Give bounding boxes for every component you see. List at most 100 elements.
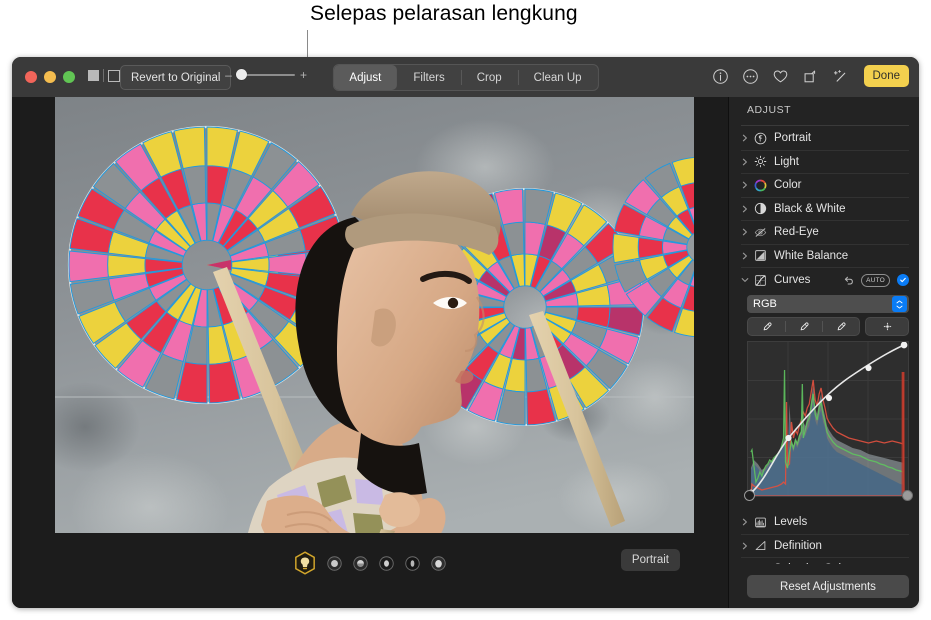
sidebar-item-levels[interactable]: Levels <box>741 511 909 535</box>
photo-content <box>55 97 694 573</box>
studio-light-icon[interactable] <box>327 555 342 571</box>
natural-light-hex-icon[interactable] <box>294 551 316 575</box>
more-options-icon[interactable] <box>742 68 759 85</box>
chevron-right-icon[interactable] <box>741 181 749 189</box>
curves-channel-value: RGB <box>753 298 777 310</box>
sidebar-item-black-and-white[interactable]: Black & White <box>741 198 909 221</box>
white-balance-icon <box>755 250 766 262</box>
sidebar-item-red-eye[interactable]: Red-Eye <box>741 221 909 245</box>
gray-point-eyedropper-button[interactable] <box>785 318 822 335</box>
sidebar-item-label: Levels <box>774 516 808 529</box>
stage-light-icon[interactable] <box>379 555 394 571</box>
channel-stepper-icon[interactable] <box>892 296 907 312</box>
white-point-eyedropper-icon <box>837 321 846 330</box>
high-key-light-mono-icon[interactable] <box>431 555 446 571</box>
adjust-sidebar: ADJUST Portrait Light Color Black & Whit… <box>728 97 919 608</box>
curves-tool-row <box>747 317 909 336</box>
edited-photo[interactable] <box>55 97 694 573</box>
tab-crop[interactable]: Crop <box>460 65 518 90</box>
zoom-slider-track[interactable] <box>236 69 295 80</box>
split-view-icon[interactable] <box>88 69 120 82</box>
curves-auto-button[interactable]: AUTO <box>861 273 890 287</box>
chevron-right-icon[interactable] <box>741 518 749 526</box>
sidebar-item-color[interactable]: Color <box>741 174 909 198</box>
chevron-down-icon <box>896 305 903 309</box>
sidebar-item-label: Curves <box>774 274 811 286</box>
curves-auto-label: AUTO <box>866 276 885 284</box>
sidebar-item-label: Red-Eye <box>774 226 819 239</box>
add-control-point-button[interactable] <box>865 317 909 336</box>
reset-adjustments-label: Reset Adjustments <box>780 580 876 593</box>
sidebar-item-label: Definition <box>774 539 822 552</box>
sidebar-heading-divider <box>741 125 909 126</box>
tab-filters[interactable]: Filters <box>397 65 460 90</box>
zoom-out-icon[interactable]: – <box>224 69 233 81</box>
sidebar-item-portrait[interactable]: Portrait <box>741 127 909 151</box>
black-white-icon <box>754 203 767 215</box>
zoom-slider[interactable]: – + <box>224 69 308 81</box>
close-window-button[interactable] <box>25 71 37 83</box>
portrait-badge[interactable]: Portrait <box>620 549 680 571</box>
sidebar-item-label: Black & White <box>774 202 846 215</box>
stage-light-mono-icon[interactable] <box>405 555 420 571</box>
revert-to-original-button[interactable]: Revert to Original <box>120 65 232 90</box>
info-icon[interactable] <box>712 68 729 85</box>
chevron-right-icon[interactable] <box>741 228 749 236</box>
curve-black-point-handle[interactable] <box>743 489 755 501</box>
black-point-eyedropper-icon <box>763 321 772 330</box>
chevron-down-icon[interactable] <box>741 276 749 284</box>
red-eye-icon <box>754 228 767 237</box>
window-titlebar: Revert to Original – + Adjust Filters Cr… <box>12 57 919 98</box>
chevron-right-icon[interactable] <box>741 158 749 166</box>
chevron-up-icon <box>896 299 903 303</box>
curves-graph[interactable] <box>743 341 913 501</box>
tab-clean-up[interactable]: Clean Up <box>517 65 598 90</box>
sidebar-item-curves[interactable]: Curves AUTO <box>741 268 909 292</box>
curves-enabled-toggle[interactable] <box>897 274 909 286</box>
black-point-eyedropper-button[interactable] <box>748 318 785 335</box>
sidebar-heading: ADJUST <box>747 104 792 116</box>
maximize-window-button[interactable] <box>63 71 75 83</box>
chevron-right-icon[interactable] <box>741 205 749 213</box>
rotate-icon[interactable] <box>802 68 819 85</box>
sidebar-item-definition[interactable]: Definition <box>741 535 909 558</box>
sun-icon <box>754 155 767 168</box>
curves-channel-select[interactable]: RGB <box>747 295 909 313</box>
enhance-wand-icon[interactable] <box>832 68 849 85</box>
heart-icon[interactable] <box>772 68 789 85</box>
zoom-slider-knob[interactable] <box>236 69 247 80</box>
reset-adjustments-button[interactable]: Reset Adjustments <box>747 575 909 598</box>
chevron-right-icon[interactable] <box>741 542 749 550</box>
levels-icon <box>755 517 766 528</box>
tab-adjust[interactable]: Adjust <box>333 65 398 90</box>
done-button[interactable]: Done <box>863 65 909 87</box>
chevron-right-icon[interactable] <box>741 252 749 260</box>
contour-light-icon[interactable] <box>353 555 368 571</box>
zoom-in-icon[interactable]: + <box>299 69 308 81</box>
undo-arrow-icon[interactable] <box>843 275 854 286</box>
white-point-eyedropper-button[interactable] <box>822 318 859 335</box>
sidebar-item-label: Portrait <box>774 132 812 145</box>
chevron-right-icon[interactable] <box>741 134 749 142</box>
selective-color-icon <box>754 563 767 564</box>
definition-icon <box>755 541 766 551</box>
sidebar-item-white-balance[interactable]: White Balance <box>741 245 909 268</box>
curves-eyedropper-group[interactable] <box>747 317 860 336</box>
minimize-window-button[interactable] <box>44 71 56 83</box>
sidebar-item-label: Light <box>774 155 799 168</box>
photos-editor-window: Revert to Original – + Adjust Filters Cr… <box>12 57 919 608</box>
sidebar-item-selective-color[interactable]: Selective Color <box>741 558 909 564</box>
editor-mode-tabs[interactable]: Adjust Filters Crop Clean Up <box>332 64 599 91</box>
add-control-point-icon <box>883 322 891 331</box>
curves-graph-plot <box>748 342 908 496</box>
revert-to-original-label: Revert to Original <box>131 71 221 84</box>
portrait-badge-label: Portrait <box>631 554 669 566</box>
split-view-filled-square <box>88 70 99 81</box>
gray-point-eyedropper-icon <box>800 321 809 330</box>
checkmark-icon <box>900 277 906 283</box>
sidebar-item-light[interactable]: Light <box>741 151 909 174</box>
curve-white-point-handle[interactable] <box>901 489 913 501</box>
callout-text: Selepas pelarasan lengkung <box>310 2 578 25</box>
portrait-toolbar: Portrait <box>12 533 728 608</box>
done-label: Done <box>872 70 901 82</box>
